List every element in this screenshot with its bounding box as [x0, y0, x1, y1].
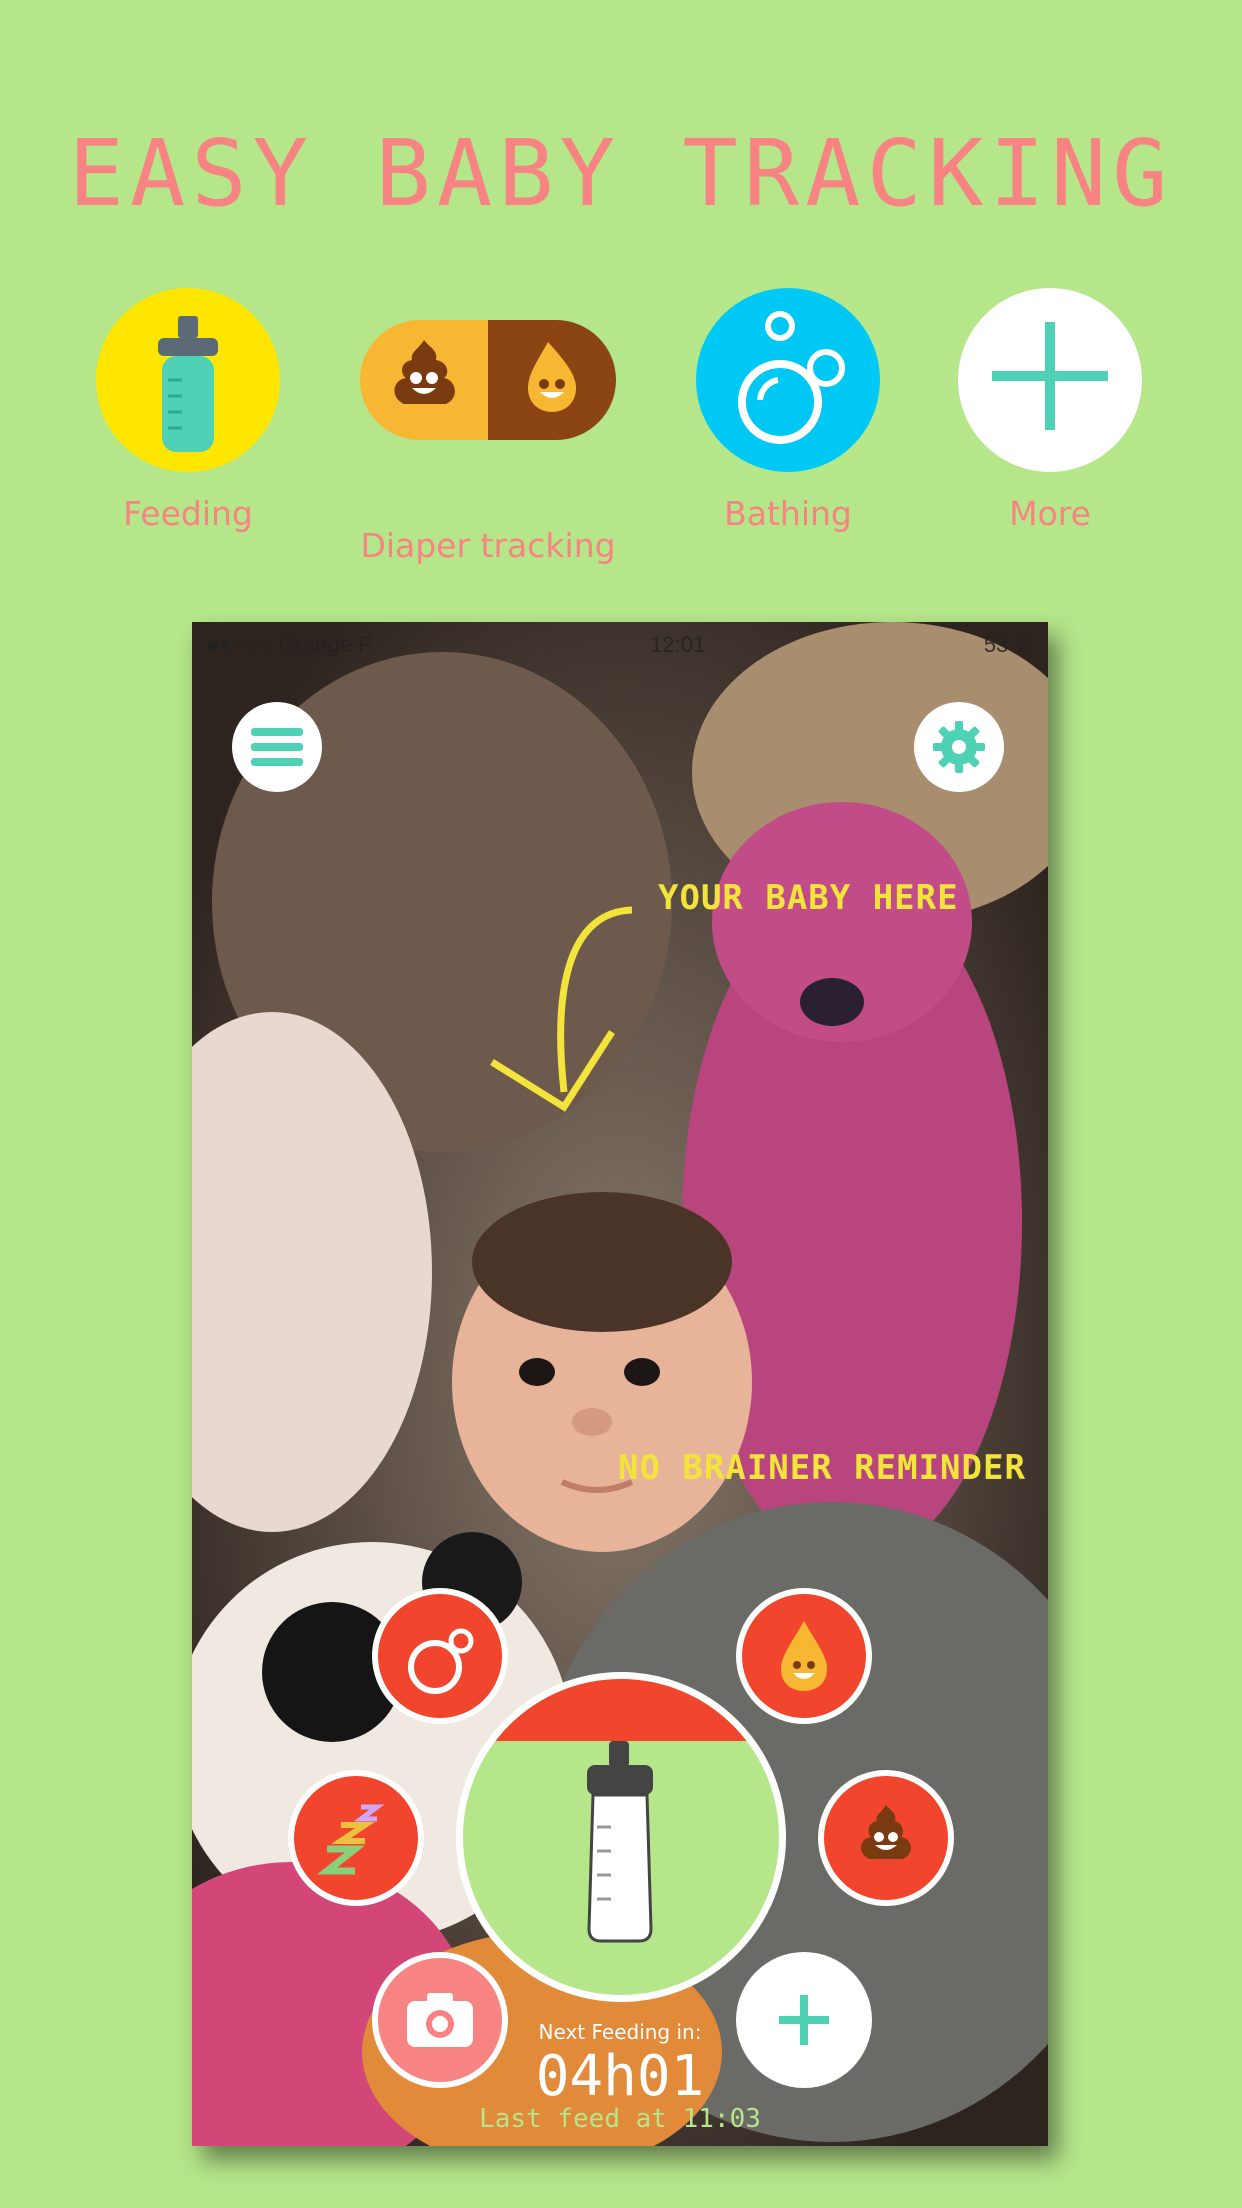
carrier-text: ●●○○○ Orange F	[206, 632, 372, 657]
baby-annotation: YOUR BABY HERE	[658, 878, 959, 918]
menu-button[interactable]	[232, 702, 322, 792]
feature-label: More	[1009, 494, 1091, 533]
bottle-icon	[96, 288, 280, 472]
poop-drop-icon	[360, 320, 616, 440]
feature-label: Diaper tracking	[360, 526, 616, 565]
status-bar: ●●○○○ Orange F 12:01 53 %	[192, 622, 1048, 664]
feature-more: More	[958, 288, 1142, 533]
last-feed-text: Last feed at 11:03	[479, 2104, 761, 2134]
feature-label: Feeding	[123, 494, 253, 533]
phone-screenshot: ●●○○○ Orange F 12:01 53 % YOUR BABY HERE…	[192, 622, 1048, 2146]
hamburger-icon	[251, 728, 303, 766]
clock-text: 12:01	[650, 632, 706, 657]
battery-text: 53 %	[983, 632, 1034, 657]
feature-diaper: Diaper tracking	[350, 288, 626, 565]
feature-label: Bathing	[724, 494, 852, 533]
settings-button[interactable]	[914, 702, 1004, 792]
bubbles-icon	[696, 288, 880, 472]
reminder-annotation: NO BRAINER REMINDER	[618, 1448, 1026, 1488]
sleep-action-button[interactable]	[288, 1770, 424, 1906]
poop-action-button[interactable]	[818, 1770, 954, 1906]
headline: EASY BABY TRACKING	[68, 120, 1174, 227]
next-feeding-label: Next Feeding in:	[538, 2020, 702, 2044]
feature-feeding: Feeding	[96, 288, 280, 533]
feature-bathing: Bathing	[696, 288, 880, 533]
next-feeding-time: 04h01	[535, 2044, 705, 2109]
gear-icon	[933, 721, 985, 773]
plus-icon	[958, 288, 1142, 472]
poop-icon	[860, 1805, 912, 1859]
feed-main-button[interactable]	[456, 1672, 786, 2002]
sleep-icon	[316, 1804, 385, 1875]
bottle-icon	[587, 1741, 653, 1943]
